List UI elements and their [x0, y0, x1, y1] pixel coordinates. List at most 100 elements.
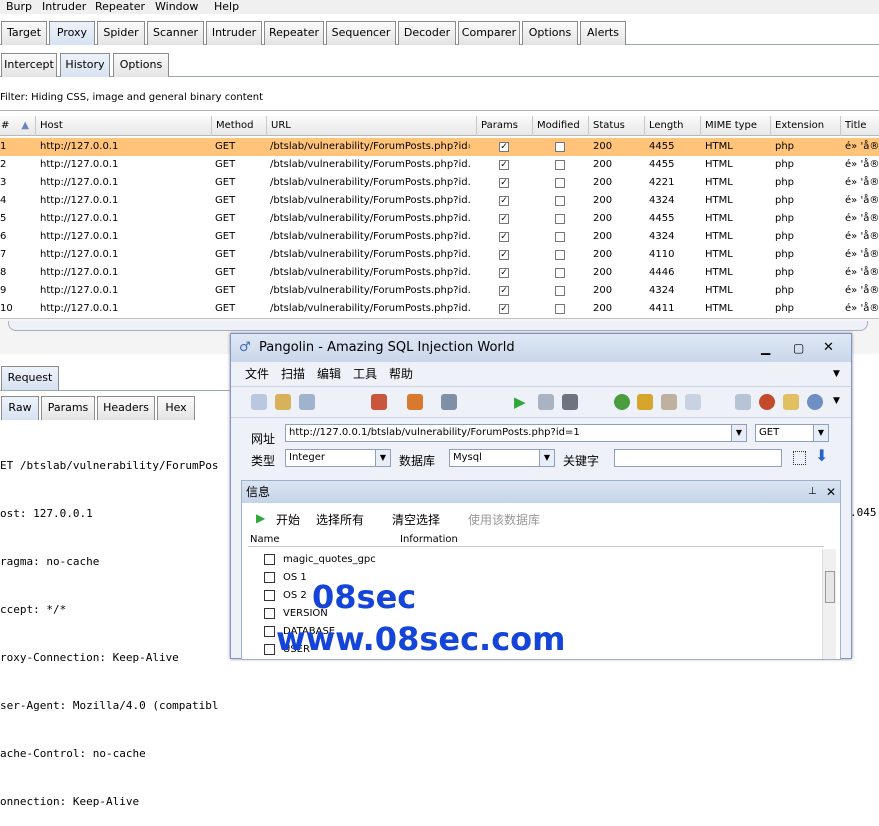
tab-intercept[interactable]: Intercept — [1, 53, 57, 77]
url-input[interactable]: http://127.0.0.1/btslab/vulnerability/Fo… — [285, 424, 733, 442]
maximize-icon[interactable]: ▢ — [793, 334, 804, 362]
table-row[interactable]: 10 http://127.0.0.1 GET/btslab/vulnerabili… — [0, 300, 879, 318]
col-modified[interactable]: Modified — [532, 116, 588, 136]
settings-icon[interactable] — [783, 394, 799, 410]
tab-hex[interactable]: Hex — [157, 396, 195, 420]
database-select[interactable]: Mysql — [449, 449, 541, 467]
list-item[interactable]: OS 2 — [264, 587, 307, 605]
vertical-scrollbar[interactable] — [822, 549, 836, 659]
plugin-icon[interactable] — [371, 394, 387, 410]
checkbox[interactable] — [264, 571, 275, 583]
tab-proxy[interactable]: Proxy — [49, 21, 95, 45]
checkbox[interactable] — [264, 607, 275, 619]
modified-checkbox[interactable] — [555, 268, 565, 278]
method-select[interactable]: GET — [755, 424, 815, 442]
filter-bar[interactable]: Filter: Hiding CSS, image and general bi… — [0, 89, 879, 107]
menu-burp[interactable]: Burp — [6, 0, 32, 13]
menu-repeater[interactable]: Repeater — [95, 0, 145, 13]
params-checkbox[interactable]: ✓ — [499, 286, 509, 296]
minimize-icon[interactable]: ▁ — [761, 334, 770, 362]
menu-tools[interactable]: 工具 — [353, 362, 377, 386]
check-icon[interactable] — [614, 394, 630, 410]
menu-scan[interactable]: 扫描 — [281, 362, 305, 386]
user-icon[interactable] — [661, 394, 677, 410]
keyword-input[interactable] — [614, 449, 782, 467]
col-url[interactable]: URL — [266, 116, 476, 136]
tab-intruder[interactable]: Intruder — [206, 21, 262, 45]
col-title[interactable]: Title — [840, 116, 879, 136]
tab-scanner[interactable]: Scanner — [147, 21, 204, 45]
table-row[interactable]: 9 http://127.0.0.1 GET/btslab/vulnerabilit… — [0, 282, 879, 300]
menu-intruder[interactable]: Intruder — [42, 0, 86, 13]
table-row[interactable]: 5 http://127.0.0.1 GET/btslab/vulnerabilit… — [0, 210, 879, 228]
modified-checkbox[interactable] — [555, 142, 565, 152]
modified-checkbox[interactable] — [555, 178, 565, 188]
params-checkbox[interactable]: ✓ — [499, 232, 509, 242]
select-all-button[interactable]: 选择所有 — [316, 511, 364, 528]
request-body[interactable]: ET /btslab/vulnerability/ForumPos ost: 1… — [0, 426, 240, 826]
palette-icon[interactable] — [407, 394, 423, 410]
params-checkbox[interactable]: ✓ — [499, 178, 509, 188]
clear-selection-button[interactable]: 清空选择 — [392, 511, 440, 528]
table-row[interactable]: 6 http://127.0.0.1 GET/btslab/vulnerabilit… — [0, 228, 879, 246]
play-icon[interactable]: ▶ — [514, 394, 530, 410]
tab-proxy-options[interactable]: Options — [113, 53, 169, 77]
scrollbar-thumb[interactable] — [825, 571, 835, 603]
tab-target[interactable]: Target — [1, 21, 47, 45]
list-item[interactable]: OS 1 — [264, 569, 307, 587]
params-checkbox[interactable]: ✓ — [499, 196, 509, 206]
col-params[interactable]: Params — [476, 116, 532, 136]
pin-icon[interactable]: ⊥ — [808, 481, 817, 503]
chevron-down-icon[interactable]: ▼ — [833, 396, 840, 406]
url-dropdown[interactable]: ▼ — [731, 424, 747, 442]
key-icon[interactable] — [637, 394, 653, 410]
modified-checkbox[interactable] — [555, 196, 565, 206]
col-length[interactable]: Length — [644, 116, 700, 136]
table-row[interactable]: 4 http://127.0.0.1 GET/btslab/vulnerabilit… — [0, 192, 879, 210]
checkbox[interactable] — [264, 625, 275, 637]
close-icon[interactable]: ✕ — [826, 481, 836, 503]
open-icon[interactable] — [275, 394, 291, 410]
modified-checkbox[interactable] — [555, 286, 565, 296]
col-information[interactable]: Information — [400, 533, 458, 547]
tab-decoder[interactable]: Decoder — [398, 21, 456, 45]
tab-headers[interactable]: Headers — [97, 396, 155, 420]
table-row[interactable]: 3 http://127.0.0.1 GET/btslab/vulnerabilit… — [0, 174, 879, 192]
wrench-icon[interactable] — [441, 394, 457, 410]
menu-edit[interactable]: 编辑 — [317, 362, 341, 386]
menu-window[interactable]: Window — [155, 0, 198, 13]
start-button[interactable]: 开始 — [276, 511, 300, 528]
tab-options[interactable]: Options — [522, 21, 578, 45]
tab-spider[interactable]: Spider — [97, 21, 145, 45]
menu-file[interactable]: 文件 — [245, 362, 269, 386]
tab-params[interactable]: Params — [41, 396, 95, 420]
pangolin-titlebar[interactable]: ♂ Pangolin - Amazing SQL Injection World… — [231, 334, 851, 362]
checkbox[interactable] — [264, 553, 275, 565]
modified-checkbox[interactable] — [555, 160, 565, 170]
menu-help[interactable]: 帮助 — [389, 362, 413, 386]
tab-raw[interactable]: Raw — [1, 396, 39, 420]
menu-help[interactable]: Help — [214, 0, 239, 13]
close-icon[interactable]: ✕ — [823, 334, 834, 362]
params-checkbox[interactable]: ✓ — [499, 268, 509, 278]
download-arrow-icon[interactable]: ⬇ — [815, 446, 828, 465]
col-extension[interactable]: Extension — [770, 116, 840, 136]
params-checkbox[interactable]: ✓ — [499, 214, 509, 224]
modified-checkbox[interactable] — [555, 304, 565, 314]
table-row[interactable]: 7 http://127.0.0.1 GET/btslab/vulnerabilit… — [0, 246, 879, 264]
play-icon[interactable]: ▶ — [256, 511, 265, 525]
table-row[interactable]: 2 http://127.0.0.1 GET/btslab/vulnerabilit… — [0, 156, 879, 174]
grid-icon[interactable] — [793, 451, 806, 465]
method-dropdown[interactable]: ▼ — [813, 424, 829, 442]
tab-alerts[interactable]: Alerts — [580, 21, 626, 45]
params-checkbox[interactable]: ✓ — [499, 142, 509, 152]
pause-icon[interactable] — [538, 394, 554, 410]
checkbox[interactable] — [264, 589, 275, 601]
params-checkbox[interactable]: ✓ — [499, 160, 509, 170]
col-mime[interactable]: MIME type — [700, 116, 770, 136]
database-dropdown[interactable]: ▼ — [539, 449, 555, 467]
checkbox[interactable] — [264, 643, 275, 655]
save-icon[interactable] — [299, 394, 315, 410]
modified-checkbox[interactable] — [555, 214, 565, 224]
tab-sequencer[interactable]: Sequencer — [326, 21, 396, 45]
